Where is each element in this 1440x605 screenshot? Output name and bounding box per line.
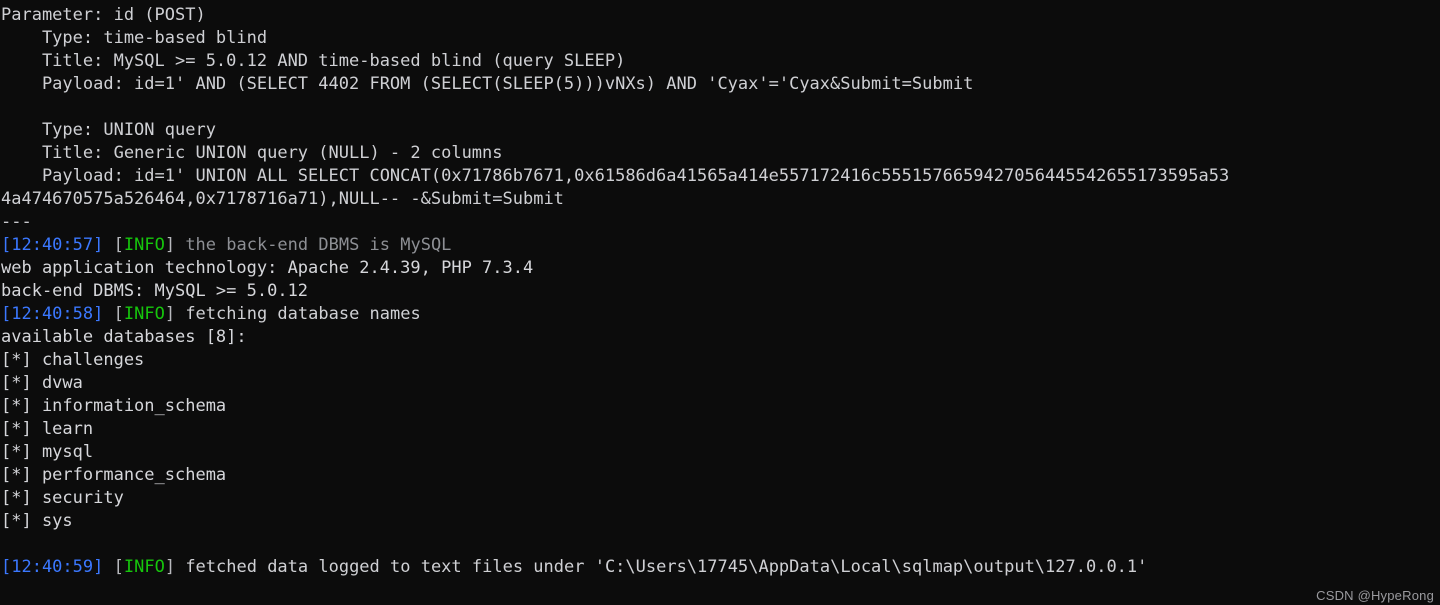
line-text: Type: UNION query	[1, 120, 216, 140]
line-text: [*] sys	[1, 511, 73, 531]
output-line: Title: Generic UNION query (NULL) - 2 co…	[0, 142, 1440, 165]
output-line: Parameter: id (POST)	[0, 4, 1440, 27]
line-text: Title: MySQL >= 5.0.12 AND time-based bl…	[1, 51, 626, 71]
line-text: [*] learn	[1, 419, 94, 439]
output-line: [*] mysql	[0, 441, 1440, 464]
output-line: web application technology: Apache 2.4.3…	[0, 257, 1440, 280]
line-text: back-end DBMS: MySQL >= 5.0.12	[1, 281, 309, 301]
log-level-open-bracket: [	[113, 304, 124, 324]
line-text: 4a474670575a526464,0x7178716a71),NULL-- …	[1, 189, 564, 209]
log-message: fetching database names	[185, 304, 421, 324]
log-level-open-bracket: [	[113, 557, 124, 577]
line-text: Type: time-based blind	[1, 28, 268, 48]
output-line: Payload: id=1' UNION ALL SELECT CONCAT(0…	[0, 165, 1440, 188]
output-line: [*] sys	[0, 510, 1440, 533]
line-text: [*] performance_schema	[1, 465, 227, 485]
log-timestamp: [12:40:59]	[1, 557, 104, 577]
output-line: Type: time-based blind	[0, 27, 1440, 50]
log-level-close-bracket: ]	[164, 557, 176, 577]
log-timestamp: [12:40:57]	[1, 235, 104, 255]
log-level-tag: INFO	[123, 557, 165, 577]
watermark: CSDN @HypeRong	[1316, 588, 1434, 603]
line-text: web application technology: Apache 2.4.3…	[1, 258, 534, 278]
line-text: [*] security	[1, 488, 124, 508]
terminal-output: Parameter: id (POST) Type: time-based bl…	[0, 4, 1440, 579]
output-line: Title: MySQL >= 5.0.12 AND time-based bl…	[0, 50, 1440, 73]
line-text: [*] mysql	[1, 442, 94, 462]
log-level-close-bracket: ]	[164, 235, 176, 255]
line-text: Title: Generic UNION query (NULL) - 2 co…	[1, 143, 503, 163]
log-line: [12:40:57] [INFO] the back-end DBMS is M…	[0, 234, 1440, 257]
log-message: fetched data logged to text files under …	[185, 557, 1148, 577]
line-text: Payload: id=1' UNION ALL SELECT CONCAT(0…	[1, 166, 1230, 186]
log-level-open-bracket: [	[113, 235, 124, 255]
line-text: [*] dvwa	[1, 373, 83, 393]
terminal-window[interactable]: Parameter: id (POST) Type: time-based bl…	[0, 0, 1440, 605]
output-line: [*] information_schema	[0, 395, 1440, 418]
output-line: [*] challenges	[0, 349, 1440, 372]
line-text: available databases [8]:	[1, 327, 247, 347]
log-line: [12:40:58] [INFO] fetching database name…	[0, 303, 1440, 326]
line-text: [*] challenges	[1, 350, 145, 370]
output-line: [*] performance_schema	[0, 464, 1440, 487]
line-text: Payload: id=1' AND (SELECT 4402 FROM (SE…	[1, 74, 974, 94]
line-text: ---	[1, 212, 32, 232]
output-line: [*] security	[0, 487, 1440, 510]
line-text: [*] information_schema	[1, 396, 227, 416]
log-message: the back-end DBMS is MySQL	[185, 235, 452, 255]
log-line: [12:40:59] [INFO] fetched data logged to…	[0, 556, 1440, 579]
output-line: available databases [8]:	[0, 326, 1440, 349]
output-line: back-end DBMS: MySQL >= 5.0.12	[0, 280, 1440, 303]
log-level-close-bracket: ]	[164, 304, 176, 324]
output-line: ---	[0, 211, 1440, 234]
line-text: Parameter: id (POST)	[1, 5, 206, 25]
output-line: Type: UNION query	[0, 119, 1440, 142]
output-line: [*] dvwa	[0, 372, 1440, 395]
log-level-tag: INFO	[123, 235, 165, 255]
log-timestamp: [12:40:58]	[1, 304, 104, 324]
log-level-tag: INFO	[123, 304, 165, 324]
output-line: Payload: id=1' AND (SELECT 4402 FROM (SE…	[0, 73, 1440, 96]
output-line: 4a474670575a526464,0x7178716a71),NULL-- …	[0, 188, 1440, 211]
output-line: [*] learn	[0, 418, 1440, 441]
